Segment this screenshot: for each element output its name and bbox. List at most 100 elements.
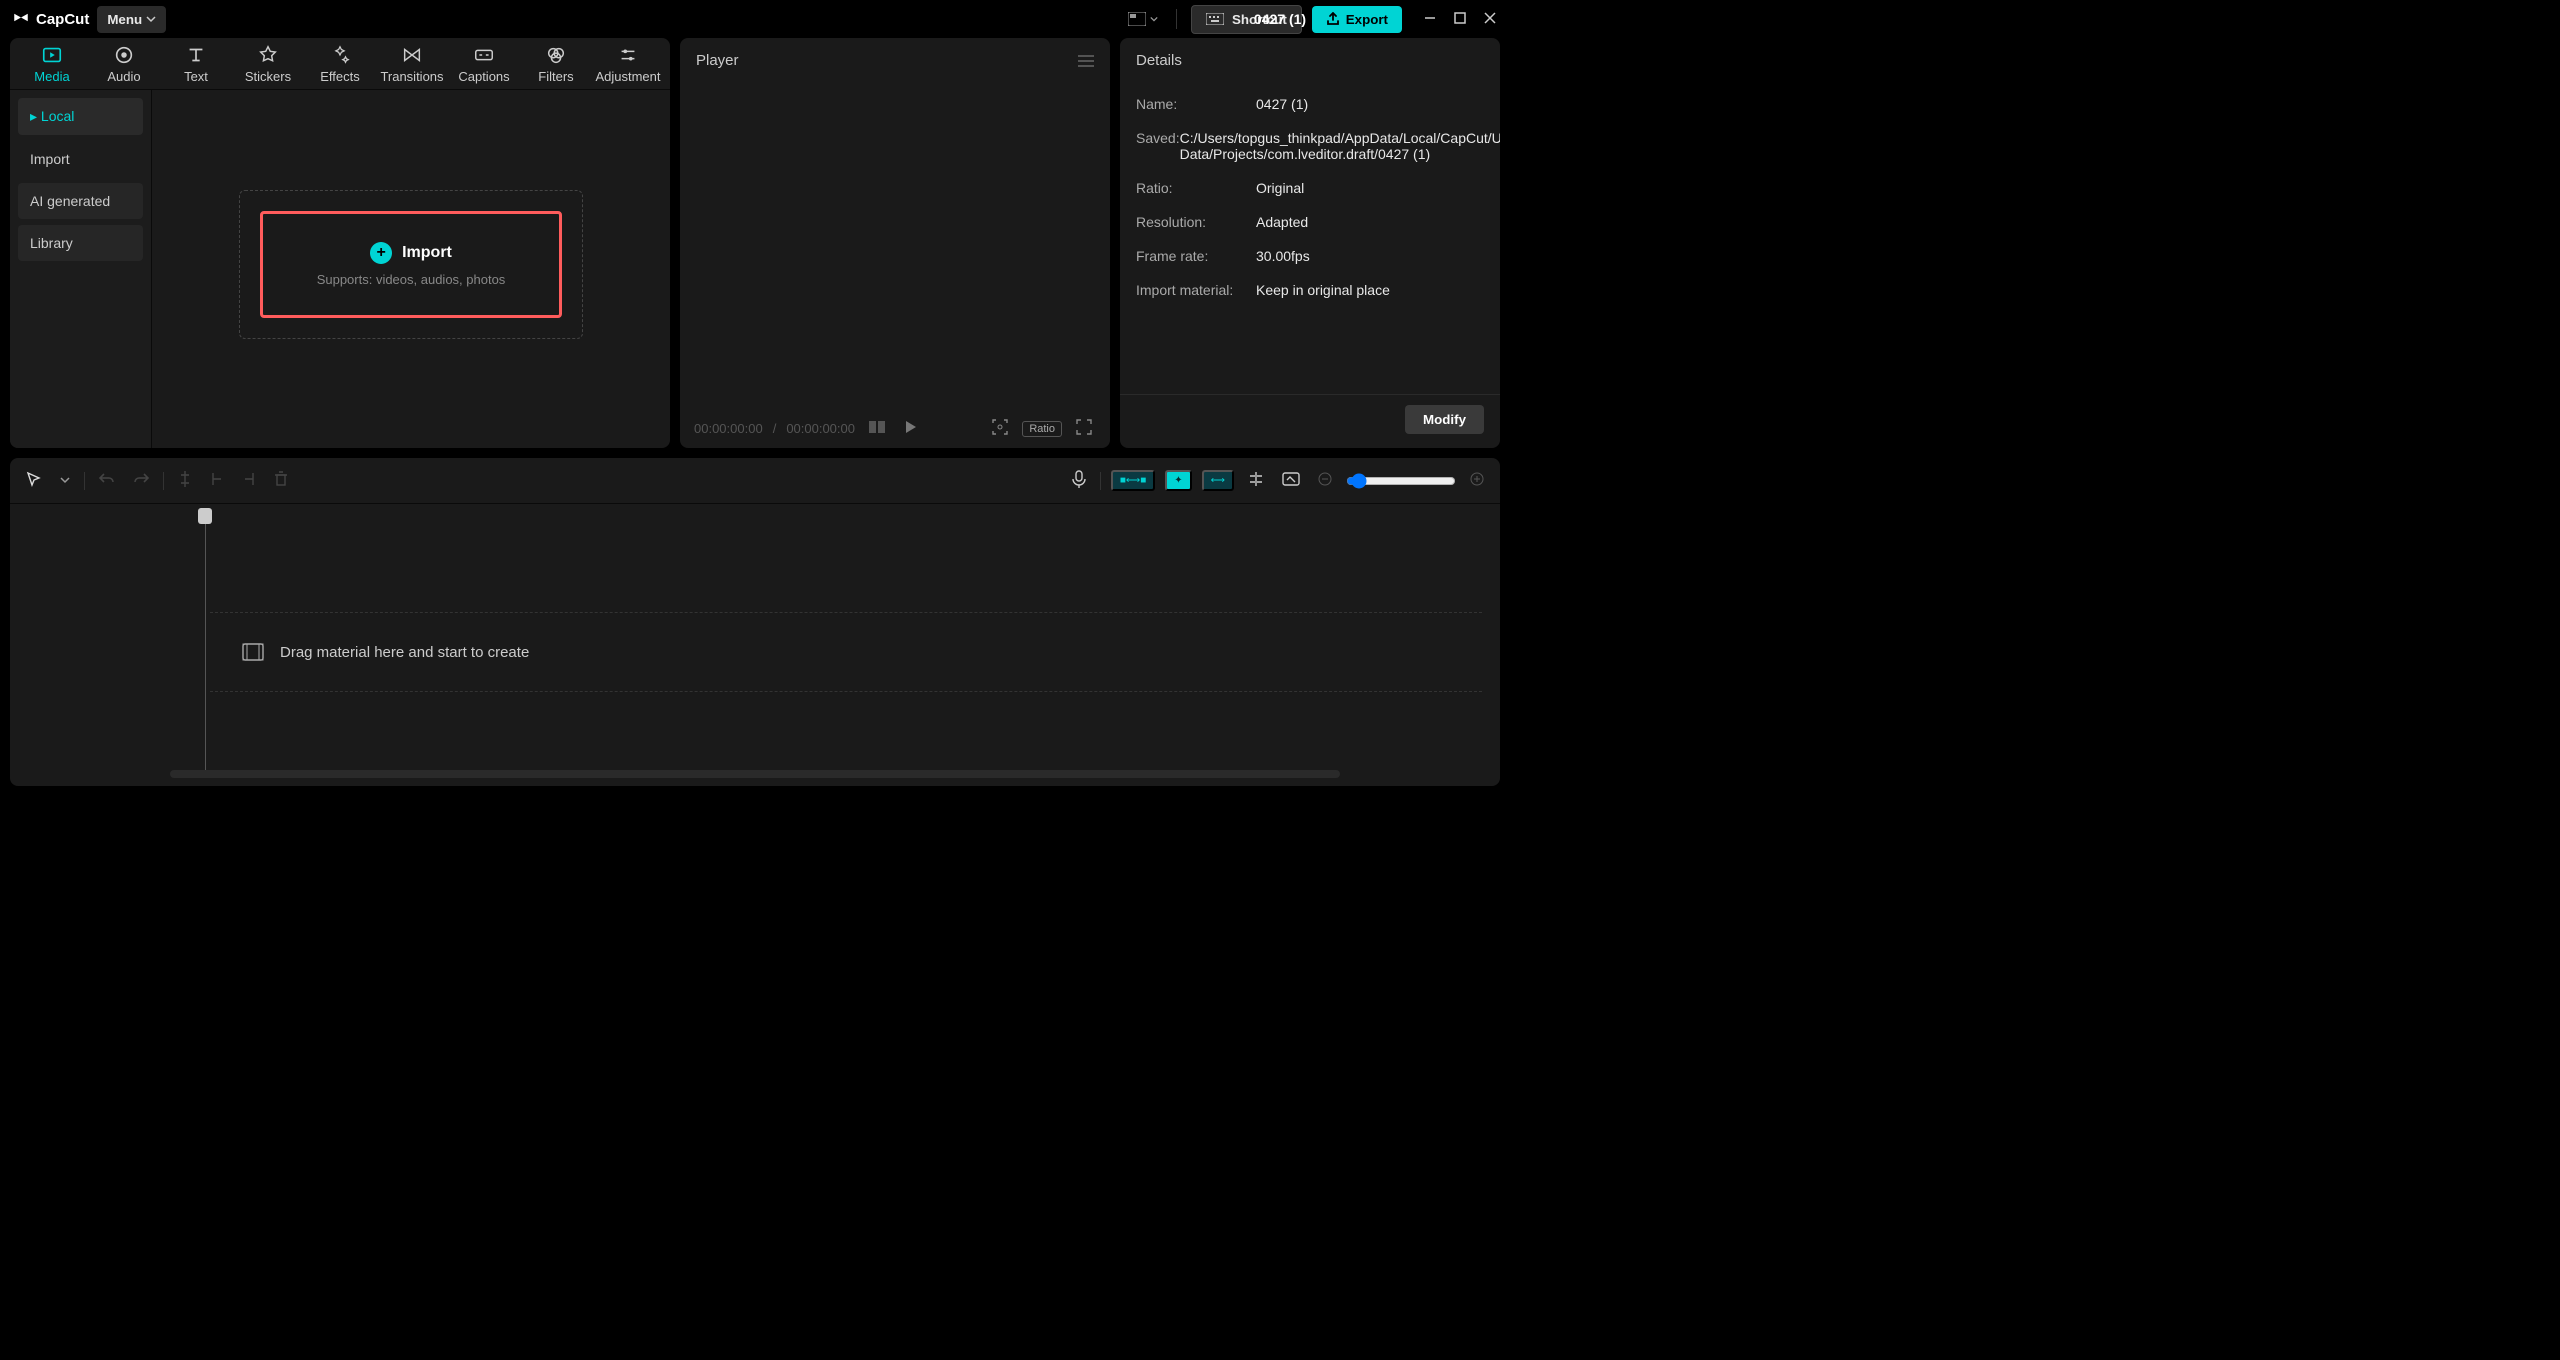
import-title: Import <box>402 244 452 262</box>
timeline-scrollbar[interactable] <box>170 770 1340 778</box>
render-quality-button[interactable] <box>988 415 1012 442</box>
record-audio-button[interactable] <box>1068 466 1090 495</box>
ratio-button[interactable]: Ratio <box>1022 421 1062 437</box>
minimize-button[interactable] <box>1422 9 1438 29</box>
app-name: CapCut <box>36 11 89 28</box>
text-icon <box>185 44 207 66</box>
delete-right-button[interactable] <box>238 467 260 494</box>
media-panel: Media Audio Text Stickers Effects Transi… <box>10 38 670 448</box>
compare-icon <box>869 421 885 433</box>
export-icon <box>1326 12 1340 26</box>
cover-icon <box>1282 472 1300 486</box>
detail-name-label: Name: <box>1136 96 1256 112</box>
chevron-down-icon <box>1150 15 1158 23</box>
chevron-down-icon <box>60 475 70 485</box>
play-button[interactable] <box>899 416 921 441</box>
playhead[interactable] <box>196 504 214 770</box>
detail-ratio-value: Original <box>1256 180 1484 196</box>
cursor-icon <box>26 471 42 487</box>
top-tabs: Media Audio Text Stickers Effects Transi… <box>10 38 670 90</box>
filters-icon <box>545 44 567 66</box>
detail-name-value: 0427 (1) <box>1256 96 1484 112</box>
linkage-button[interactable]: ⟷ <box>1202 470 1234 491</box>
player-viewport[interactable] <box>680 83 1110 409</box>
keyboard-icon <box>1206 13 1224 25</box>
play-icon <box>903 420 917 434</box>
undo-button[interactable] <box>95 468 119 493</box>
selection-tool-button[interactable] <box>22 467 46 494</box>
tab-captions[interactable]: Captions <box>448 38 520 89</box>
undo-icon <box>99 472 115 486</box>
plus-icon: + <box>370 242 392 264</box>
detail-framerate-value: 30.00fps <box>1256 248 1484 264</box>
fullscreen-icon <box>1076 419 1092 435</box>
player-title: Player <box>696 52 739 69</box>
zoom-out-button[interactable] <box>1314 468 1336 493</box>
delete-button[interactable] <box>270 467 292 494</box>
tool-dropdown[interactable] <box>56 469 74 492</box>
maximize-icon <box>1454 12 1466 24</box>
import-subtitle: Supports: videos, audios, photos <box>317 272 506 287</box>
modify-button[interactable]: Modify <box>1405 405 1484 434</box>
tab-filters[interactable]: Filters <box>520 38 592 89</box>
player-options-icon[interactable] <box>1078 55 1094 67</box>
tab-audio[interactable]: Audio <box>88 38 160 89</box>
focus-icon <box>992 419 1008 435</box>
detail-saved-label: Saved: <box>1136 130 1180 162</box>
tab-text[interactable]: Text <box>160 38 232 89</box>
detail-import-value: Keep in original place <box>1256 282 1484 298</box>
video-icon <box>242 643 264 661</box>
video-track-dropzone[interactable]: Drag material here and start to create <box>210 612 1482 692</box>
redo-button[interactable] <box>129 468 153 493</box>
divider <box>1176 9 1177 29</box>
timecode-current: 00:00:00:00 <box>694 421 763 436</box>
tab-adjustment[interactable]: Adjustment <box>592 38 664 89</box>
project-title: 0427 (1) <box>1254 11 1306 27</box>
sidebar-item-ai[interactable]: AI generated <box>18 183 143 219</box>
tab-stickers[interactable]: Stickers <box>232 38 304 89</box>
track-placeholder: Drag material here and start to create <box>280 644 529 661</box>
zoom-in-button[interactable] <box>1466 468 1488 493</box>
detail-ratio-label: Ratio: <box>1136 180 1256 196</box>
mic-icon <box>1072 470 1086 488</box>
timecode-separator: / <box>773 421 777 436</box>
cut-right-icon <box>242 471 256 487</box>
sidebar-item-local[interactable]: ▸ Local <box>18 98 143 135</box>
playhead-handle[interactable] <box>198 508 212 524</box>
menu-button[interactable]: Menu <box>97 6 166 33</box>
media-sidebar: ▸ Local Import AI generated Library <box>10 90 152 448</box>
compare-button[interactable] <box>865 417 889 440</box>
import-dropzone[interactable]: + Import Supports: videos, audios, photo… <box>260 211 563 318</box>
detail-framerate-label: Frame rate: <box>1136 248 1256 264</box>
split-icon <box>178 471 192 487</box>
maximize-button[interactable] <box>1452 9 1468 29</box>
cover-button[interactable] <box>1278 468 1304 493</box>
detail-resolution-label: Resolution: <box>1136 214 1256 230</box>
timeline-panel: ■⟷■ ✦ ⟷ Drag material here and start to … <box>10 458 1500 786</box>
adjustment-icon <box>617 44 639 66</box>
transitions-icon <box>401 44 423 66</box>
tab-transitions[interactable]: Transitions <box>376 38 448 89</box>
delete-left-button[interactable] <box>206 467 228 494</box>
preview-axis-button[interactable] <box>1244 468 1268 493</box>
layout-button[interactable] <box>1124 8 1162 30</box>
sidebar-item-import[interactable]: Import <box>18 141 143 177</box>
auto-snap-button[interactable]: ✦ <box>1165 470 1191 491</box>
tab-media[interactable]: Media <box>16 38 88 89</box>
split-button[interactable] <box>174 467 196 494</box>
detail-resolution-value: Adapted <box>1256 214 1484 230</box>
app-logo: CapCut <box>12 10 89 28</box>
zoom-slider[interactable] <box>1346 473 1456 489</box>
fullscreen-button[interactable] <box>1072 415 1096 442</box>
zoom-out-icon <box>1318 472 1332 486</box>
cut-left-icon <box>210 471 224 487</box>
redo-icon <box>133 472 149 486</box>
timecode-total: 00:00:00:00 <box>786 421 855 436</box>
main-track-magnet-button[interactable]: ■⟷■ <box>1111 470 1155 491</box>
tab-effects[interactable]: Effects <box>304 38 376 89</box>
export-button[interactable]: Export <box>1312 6 1402 33</box>
close-button[interactable] <box>1482 9 1498 29</box>
details-panel: Details Name:0427 (1) Saved:C:/Users/top… <box>1120 38 1500 448</box>
stickers-icon <box>257 44 279 66</box>
sidebar-item-library[interactable]: Library <box>18 225 143 261</box>
